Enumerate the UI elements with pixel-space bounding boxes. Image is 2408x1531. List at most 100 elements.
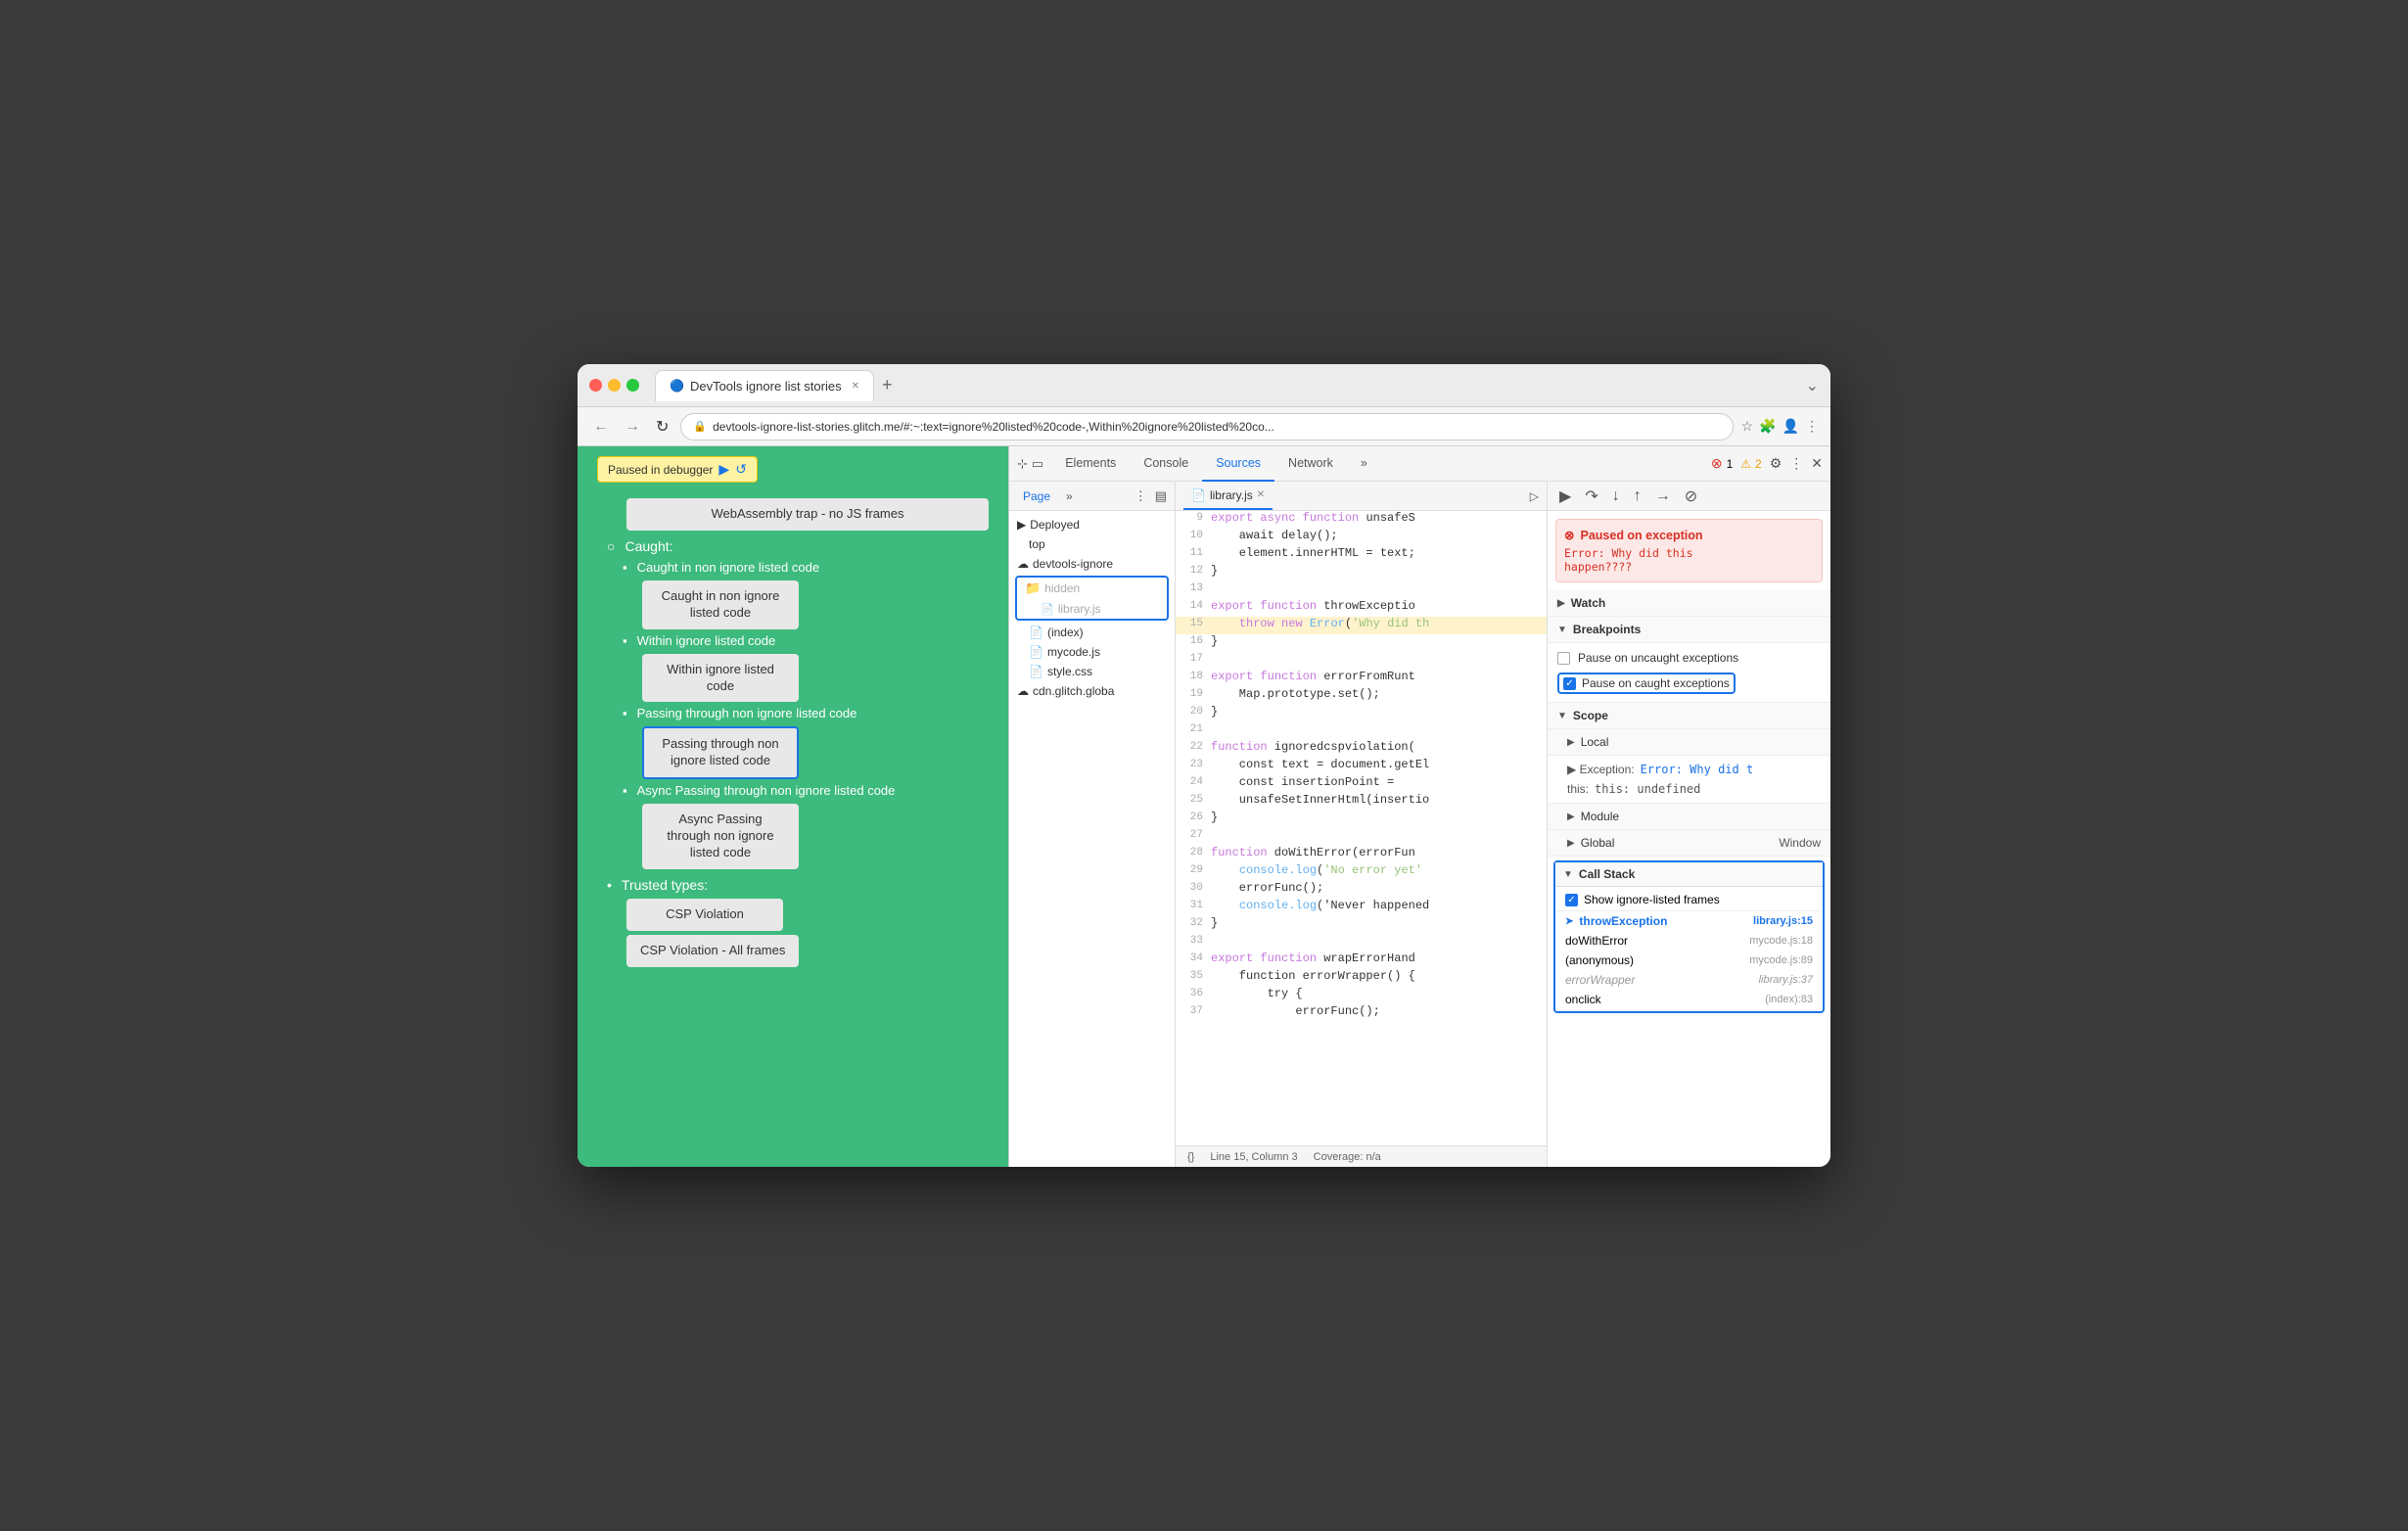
extension-icon[interactable]: 🧩: [1759, 418, 1776, 435]
pause-caught-checkbox[interactable]: [1563, 677, 1576, 690]
caught-non-ignore-btn[interactable]: Caught in non ignorelisted code: [642, 580, 799, 629]
editor-tab-library-js[interactable]: 📄 library.js ✕: [1183, 483, 1273, 510]
settings-icon[interactable]: ⚙: [1770, 455, 1783, 472]
file-item-library-js[interactable]: 📄 library.js: [1017, 599, 1167, 619]
show-ignored-checkbox[interactable]: [1565, 894, 1578, 906]
new-tab-button[interactable]: +: [874, 375, 901, 395]
code-line-26: 26}: [1176, 811, 1547, 828]
file-item-hidden[interactable]: 📁 hidden: [1017, 578, 1167, 599]
sidebar-settings-icon[interactable]: ⋮: [1135, 488, 1147, 504]
tab-close-button[interactable]: ✕: [852, 381, 859, 392]
library-js-label: library.js: [1058, 602, 1101, 616]
more-options-icon[interactable]: ⋮: [1789, 455, 1803, 472]
js-file-icon: 📄: [1041, 603, 1054, 616]
active-tab[interactable]: 🔵 DevTools ignore list stories ✕: [655, 370, 874, 401]
line-number: 28: [1176, 846, 1211, 863]
frame-loc-throw: library.js:15: [1753, 915, 1813, 927]
stack-frame-onclick[interactable]: onclick (index):83: [1555, 990, 1823, 1009]
sidebar-panel-icon[interactable]: ▤: [1155, 488, 1167, 504]
tab-console[interactable]: Console: [1130, 446, 1202, 482]
resume-btn[interactable]: ▶: [1555, 485, 1575, 508]
exception-error-icon: ⊗: [1564, 528, 1574, 542]
scope-this-item: this: this: undefined: [1557, 779, 1821, 799]
step-out-btn[interactable]: ↑: [1630, 486, 1645, 507]
passing-btn[interactable]: Passing through nonignore listed code: [642, 726, 799, 779]
forward-button[interactable]: →: [621, 416, 644, 438]
close-button[interactable]: [589, 379, 602, 392]
file-item-cdn[interactable]: ☁ cdn.glitch.globa: [1009, 681, 1175, 701]
async-btn[interactable]: Async Passingthrough non ignorelisted co…: [642, 804, 799, 869]
file-item-style[interactable]: 📄 style.css: [1009, 662, 1175, 681]
close-devtools-icon[interactable]: ✕: [1811, 455, 1823, 472]
file-item-mycode[interactable]: 📄 mycode.js: [1009, 642, 1175, 662]
subtab-more[interactable]: »: [1060, 489, 1079, 503]
global-section-header[interactable]: ▶ Global Window: [1548, 830, 1830, 857]
bookmark-icon[interactable]: ☆: [1741, 418, 1754, 435]
line-number: 36: [1176, 987, 1211, 1004]
code-area[interactable]: 9export async function unsafeS10 await d…: [1176, 511, 1547, 1145]
line-number: 19: [1176, 687, 1211, 705]
step-over-icon[interactable]: ↺: [735, 461, 747, 478]
local-label: Local: [1581, 735, 1609, 749]
deployed-label: Deployed: [1030, 518, 1080, 532]
address-bar[interactable]: 🔒 devtools-ignore-list-stories.glitch.me…: [680, 413, 1733, 441]
csp-violation-all-btn[interactable]: CSP Violation - All frames: [626, 935, 799, 967]
tab-more[interactable]: »: [1347, 446, 1381, 482]
back-button[interactable]: ←: [589, 416, 613, 438]
within-ignore-btn[interactable]: Within ignore listedcode: [642, 654, 799, 703]
stack-frame-error-wrapper[interactable]: errorWrapper library.js:37: [1555, 970, 1823, 990]
pause-uncaught-item[interactable]: Pause on uncaught exceptions: [1557, 647, 1821, 669]
editor-tab-close[interactable]: ✕: [1257, 489, 1265, 500]
minimize-button[interactable]: [608, 379, 621, 392]
call-stack-header[interactable]: ▼ Call Stack: [1555, 862, 1823, 887]
stack-frame-throw-exception[interactable]: ➤ throwException library.js:15: [1555, 911, 1823, 931]
breakpoints-section-header[interactable]: ▼ Breakpoints: [1548, 617, 1830, 643]
stack-frame-anonymous[interactable]: (anonymous) mycode.js:89: [1555, 951, 1823, 970]
file-item-deployed[interactable]: ▶ Deployed: [1009, 515, 1175, 534]
csp-violation-btn[interactable]: CSP Violation: [626, 899, 783, 931]
keyword: export: [1211, 951, 1253, 965]
show-ignored-row[interactable]: Show ignore-listed frames: [1555, 889, 1823, 911]
error-count: 1: [1727, 457, 1734, 471]
file-item-devtools-ignore[interactable]: ☁ devtools-ignore: [1009, 554, 1175, 574]
file-item-index[interactable]: 📄 (index): [1009, 623, 1175, 642]
tab-sources[interactable]: Sources: [1202, 446, 1274, 482]
keyword: function: [1260, 599, 1317, 613]
local-section-header[interactable]: ▶ Local: [1548, 729, 1830, 756]
maximize-button[interactable]: [626, 379, 639, 392]
line-content: const text = document.getEl: [1211, 758, 1547, 775]
device-icon[interactable]: ▭: [1032, 456, 1043, 472]
pause-uncaught-checkbox[interactable]: [1557, 652, 1570, 665]
code-line-29: 29 console.log('No error yet': [1176, 863, 1547, 881]
watch-section-header[interactable]: ▶ Watch: [1548, 590, 1830, 617]
code-line-31: 31 console.log('Never happened: [1176, 899, 1547, 916]
tab-network[interactable]: Network: [1274, 446, 1347, 482]
async-subsection: ▪ Async Passing through non ignore liste…: [623, 783, 989, 869]
inspect-icon[interactable]: ⊹: [1017, 456, 1028, 472]
line-content: unsafeSetInnerHtml(insertio: [1211, 793, 1547, 811]
stack-frame-do-with-error[interactable]: doWithError mycode.js:18: [1555, 931, 1823, 951]
line-number: 29: [1176, 863, 1211, 881]
reload-button[interactable]: ↻: [652, 415, 672, 439]
bullet-circle: [607, 538, 619, 554]
scope-section-header[interactable]: ▼ Scope: [1548, 703, 1830, 729]
editor-toggle-icon[interactable]: ▷: [1530, 489, 1539, 503]
deactivate-breakpoints-btn[interactable]: ⊘: [1681, 485, 1701, 508]
keyword: async: [1260, 511, 1295, 525]
module-section-header[interactable]: ▶ Module: [1548, 804, 1830, 830]
subtab-page[interactable]: Page: [1017, 489, 1056, 503]
step-into-btn[interactable]: ↓: [1608, 486, 1624, 507]
pause-caught-item[interactable]: Pause on caught exceptions: [1557, 669, 1821, 698]
error-icon: ⊗: [1711, 455, 1723, 472]
file-item-top[interactable]: top: [1009, 534, 1175, 554]
step-btn[interactable]: →: [1651, 486, 1675, 507]
resume-icon[interactable]: ▶: [718, 461, 729, 478]
line-number: 20: [1176, 705, 1211, 722]
tab-elements[interactable]: Elements: [1051, 446, 1130, 482]
keyword: export: [1211, 511, 1253, 525]
passing-subsection: ▪ Passing through non ignore listed code…: [623, 706, 989, 779]
profile-icon[interactable]: 👤: [1783, 418, 1799, 435]
menu-icon[interactable]: ⋮: [1805, 418, 1819, 435]
webassembly-btn[interactable]: WebAssembly trap - no JS frames: [626, 498, 989, 531]
step-over-btn[interactable]: ↷: [1581, 485, 1601, 508]
